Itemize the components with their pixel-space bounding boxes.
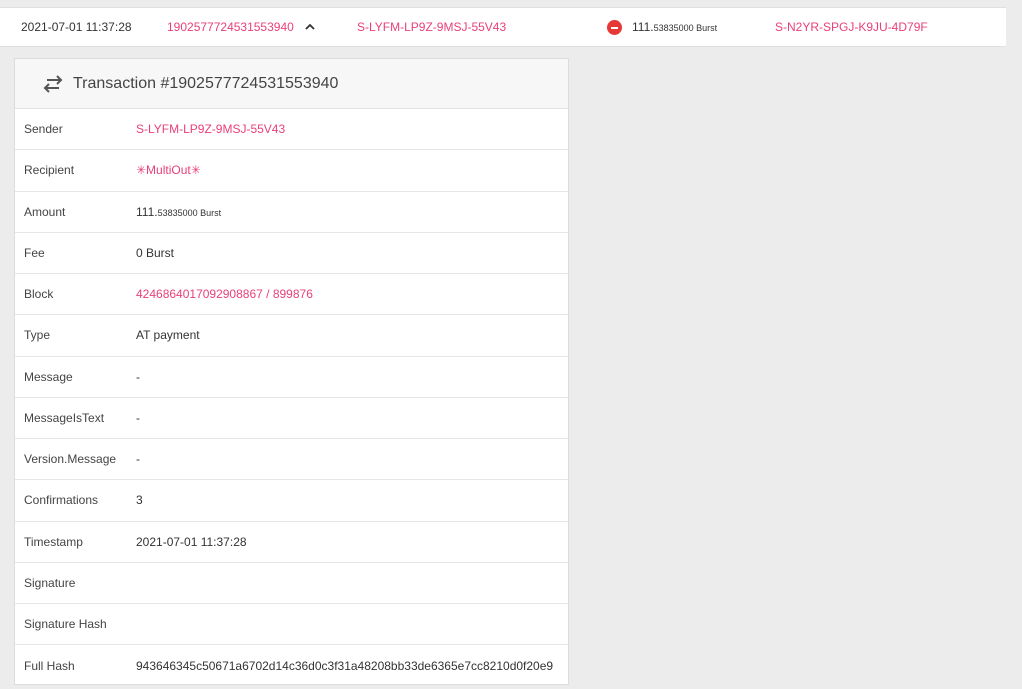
detail-row-version-message: Version.Message -	[15, 439, 568, 481]
card-title: Transaction #1902577724531553940	[73, 74, 339, 92]
transaction-detail-card: Transaction #1902577724531553940 Sender …	[14, 58, 569, 685]
tx-amount: 111.53835000 Burst	[632, 20, 718, 34]
message-value: -	[136, 369, 140, 384]
minus-circle-icon	[607, 20, 622, 35]
detail-row-signature-hash: Signature Hash	[15, 604, 568, 646]
version-message-value: -	[136, 452, 140, 467]
type-value: AT payment	[136, 328, 200, 343]
detail-row-message: Message -	[15, 357, 568, 398]
message-is-text-value: -	[136, 410, 140, 425]
recipient-link[interactable]: ✳MultiOut✳	[136, 163, 201, 177]
detail-row-amount: Amount 111.53835000 Burst	[15, 192, 568, 233]
block-link[interactable]: 4246864017092908867 / 899876	[136, 287, 313, 301]
detail-row-fee: Fee 0 Burst	[15, 233, 568, 274]
fee-value: 0 Burst	[136, 245, 175, 260]
swap-arrows-icon	[43, 74, 63, 93]
confirmations-value: 3	[136, 493, 143, 508]
card-header: Transaction #1902577724531553940	[15, 59, 568, 109]
block-id[interactable]: 4246864017092908867	[136, 287, 263, 301]
detail-row-confirmations: Confirmations 3	[15, 480, 568, 522]
detail-row-signature: Signature	[15, 563, 568, 604]
tx-id-link[interactable]: 1902577724531553940	[167, 8, 294, 46]
tx-date: 2021-07-01 11:37:28	[21, 20, 132, 34]
sender-link[interactable]: S-LYFM-LP9Z-9MSJ-55V43	[136, 122, 285, 136]
detail-row-block: Block 4246864017092908867 / 899876	[15, 274, 568, 316]
detail-row-full-hash: Full Hash 943646345c50671a6702d14c36d0c3…	[24, 658, 554, 673]
tx-recipient-link[interactable]: S-N2YR-SPGJ-K9JU-4D79F	[775, 8, 928, 46]
timestamp-value: 2021-07-01 11:37:28	[136, 534, 247, 549]
detail-row-sender: Sender S-LYFM-LP9Z-9MSJ-55V43	[15, 109, 568, 151]
tx-sender-link[interactable]: S-LYFM-LP9Z-9MSJ-55V43	[357, 8, 506, 46]
chevron-up-icon[interactable]	[303, 21, 317, 33]
block-height[interactable]: 899876	[273, 287, 313, 301]
detail-row-timestamp: Timestamp 2021-07-01 11:37:28	[15, 522, 568, 563]
detail-row-message-is-text: MessageIsText -	[15, 398, 568, 439]
detail-row-recipient: Recipient ✳MultiOut✳	[15, 150, 568, 192]
detail-row-type: Type AT payment	[15, 315, 568, 357]
transaction-list-row[interactable]: 2021-07-01 11:37:28 1902577724531553940 …	[0, 7, 1006, 47]
full-hash-value: 943646345c50671a6702d14c36d0c3f31a48208b…	[136, 658, 554, 673]
amount-value: 111.53835000 Burst	[136, 204, 222, 219]
